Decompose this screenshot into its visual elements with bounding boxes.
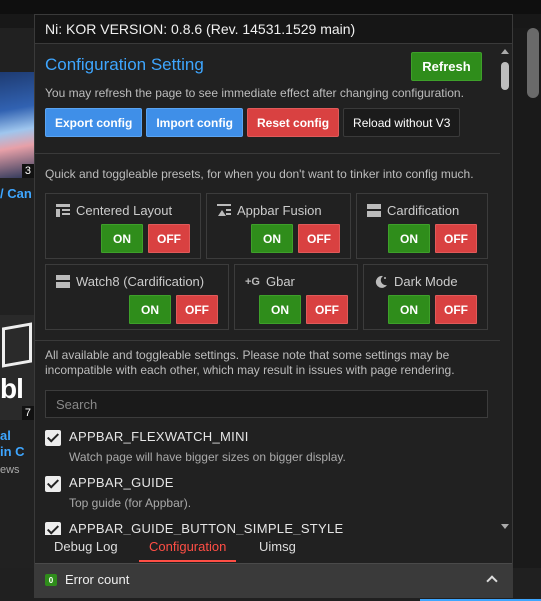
setting-item: APPBAR_GUIDE_BUTTON_SIMPLE_STYLE — [45, 521, 485, 535]
preset-appbar-fusion: Appbar Fusion ON OFF — [206, 193, 351, 259]
video-title-line[interactable]: in C — [0, 444, 25, 459]
tab-debug-log[interactable]: Debug Log — [54, 539, 118, 566]
setting-item: APPBAR_GUIDE Top guide (for Appbar). — [45, 475, 485, 518]
video-title[interactable]: / Can — [0, 186, 32, 201]
preset-off-button[interactable]: OFF — [176, 295, 218, 324]
section-divider — [35, 340, 500, 341]
video-thumbnail[interactable]: 3 — [0, 72, 34, 178]
scrollbar-thumb[interactable] — [501, 62, 509, 90]
setting-checkbox[interactable] — [45, 522, 61, 535]
setting-item: APPBAR_FLEXWATCH_MINI Watch page will ha… — [45, 429, 485, 472]
preset-label: Watch8 (Cardification) — [76, 274, 205, 289]
video-title-line[interactable]: al — [0, 428, 11, 443]
background-topbar — [0, 0, 541, 14]
setting-name: APPBAR_GUIDE_BUTTON_SIMPLE_STYLE — [69, 521, 344, 535]
refresh-button[interactable]: Refresh — [411, 52, 482, 81]
preset-label: Dark Mode — [394, 274, 458, 289]
error-count-bar[interactable]: 0 Error count — [35, 563, 512, 597]
config-scrollbar[interactable] — [500, 46, 510, 532]
config-scroll-area[interactable]: Configuration Setting Refresh You may re… — [35, 44, 512, 535]
presets-description: Quick and toggleable presets, for when y… — [45, 167, 474, 181]
nikor-config-popup: Ni: KOR VERSION: 0.8.6 (Rev. 14531.1529 … — [34, 14, 513, 598]
error-count-badge: 0 — [45, 574, 57, 586]
gbar-icon: +G — [245, 275, 260, 288]
video-meta: ews — [0, 464, 20, 476]
video-duration: 3 — [21, 164, 34, 178]
preset-on-button[interactable]: ON — [259, 295, 301, 324]
preset-off-button[interactable]: OFF — [435, 295, 477, 324]
scroll-down-icon[interactable] — [501, 524, 509, 529]
preset-off-button[interactable]: OFF — [298, 224, 340, 253]
preset-on-button[interactable]: ON — [101, 224, 143, 253]
preset-label: Gbar — [265, 274, 295, 289]
moon-icon — [374, 275, 388, 288]
preset-label: Cardification — [387, 203, 460, 218]
windows-logo-icon — [2, 322, 32, 368]
preset-on-button[interactable]: ON — [388, 224, 430, 253]
section-divider — [35, 153, 500, 154]
preset-on-button[interactable]: ON — [388, 295, 430, 324]
preset-off-button[interactable]: OFF — [435, 224, 477, 253]
preset-gbar: +G Gbar ON OFF — [234, 264, 358, 330]
setting-description: Top guide (for Appbar). — [69, 496, 192, 510]
error-count-label: Error count — [65, 572, 130, 587]
centered-layout-icon — [56, 204, 70, 217]
export-config-button[interactable]: Export config — [45, 108, 143, 137]
preset-watch8: Watch8 (Cardification) ON OFF — [45, 264, 229, 330]
setting-name: APPBAR_FLEXWATCH_MINI — [69, 429, 249, 444]
import-config-button[interactable]: Import config — [146, 108, 244, 137]
preset-on-button[interactable]: ON — [129, 295, 171, 324]
preset-label: Centered Layout — [76, 203, 173, 218]
preset-off-button[interactable]: OFF — [148, 224, 190, 253]
thumbnail-text: bl — [0, 373, 24, 404]
preset-cardification: Cardification ON OFF — [356, 193, 488, 259]
video-thumbnail[interactable]: bl 7 — [0, 315, 34, 420]
video-duration: 7 — [21, 406, 34, 420]
setting-name: APPBAR_GUIDE — [69, 475, 174, 490]
setting-checkbox[interactable] — [45, 476, 61, 492]
background-right-column — [512, 28, 541, 568]
preset-dark-mode: Dark Mode ON OFF — [363, 264, 488, 330]
setting-description: Watch page will have bigger sizes on big… — [69, 450, 346, 464]
refresh-hint: You may refresh the page to see immediat… — [45, 86, 464, 100]
tab-uimsg[interactable]: Uimsg — [259, 539, 296, 566]
scroll-up-icon[interactable] — [501, 49, 509, 54]
background-scrollbar[interactable] — [527, 28, 539, 98]
watch8-icon — [56, 275, 70, 288]
cardification-icon — [367, 204, 381, 217]
config-title: Configuration Setting — [45, 55, 204, 74]
settings-description: All available and toggleable settings. P… — [45, 348, 455, 377]
preset-on-button[interactable]: ON — [251, 224, 293, 253]
chevron-up-icon[interactable] — [486, 575, 498, 587]
preset-off-button[interactable]: OFF — [306, 295, 348, 324]
settings-search-input[interactable] — [45, 390, 488, 418]
appbar-fusion-icon — [217, 204, 231, 217]
reset-config-button[interactable]: Reset config — [247, 108, 340, 137]
preset-centered-layout: Centered Layout ON OFF — [45, 193, 201, 259]
setting-checkbox[interactable] — [45, 430, 61, 446]
tab-configuration[interactable]: Configuration — [138, 539, 237, 562]
reload-without-v3-button[interactable]: Reload without V3 — [343, 108, 461, 137]
preset-label: Appbar Fusion — [237, 203, 322, 218]
popup-tabs: Debug Log Configuration Uimsg — [35, 535, 512, 562]
popup-title: Ni: KOR VERSION: 0.8.6 (Rev. 14531.1529 … — [35, 15, 512, 44]
config-actions: Export config Import config Reset config… — [45, 108, 464, 137]
